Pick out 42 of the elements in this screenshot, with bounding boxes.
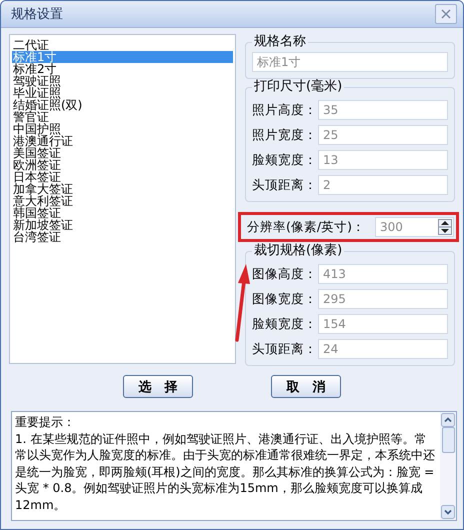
field-label: 照片宽度： (252, 126, 318, 144)
field-value: 300 (380, 219, 403, 236)
list-item[interactable]: 日本签证 (12, 171, 233, 183)
group-label: 裁切规格(像素) (252, 243, 344, 259)
scroll-thumb[interactable] (442, 427, 454, 453)
field-label: 图像宽度： (252, 290, 318, 308)
list-item[interactable]: 欧洲签证 (12, 159, 233, 171)
group-label: 打印尺寸(毫米) (252, 79, 344, 95)
list-item[interactable]: 意大利签证 (12, 195, 233, 207)
field-label: 脸颊宽度： (252, 316, 318, 332)
group-label: 规格名称 (252, 34, 308, 50)
close-icon (441, 9, 451, 19)
list-item[interactable]: 驾驶证照 (12, 75, 233, 87)
field-label: 照片高度： (252, 102, 318, 118)
scroll-down-icon (441, 505, 455, 519)
dialog-button[interactable]: 取 消 (271, 375, 341, 398)
list-item[interactable]: 港澳通行证 (12, 135, 233, 147)
close-button[interactable] (435, 4, 457, 24)
list-item[interactable]: 标准2寸 (12, 63, 233, 75)
field-label: 脸颊宽度： (252, 152, 318, 168)
list-item[interactable]: 新加坡签证 (12, 219, 233, 231)
list-item[interactable]: 毕业证照 (12, 87, 233, 99)
field-label: 头顶距离： (252, 340, 318, 358)
list-item[interactable]: 韩国签证 (12, 207, 233, 219)
window-title: 规格设置 (11, 6, 63, 23)
list-item[interactable]: 警官证 (12, 111, 233, 123)
list-item[interactable]: 二代证 (12, 39, 233, 51)
notes-text: 1. 在某些规范的证件照中，例如驾驶证照片、港澳通行证、出入境护照等。常常以头宽作为人脸宽度的标准。由于头宽的标准通常很难统一界定，本系统中还是统一为脸宽，即两脸颊(耳根)之间的宽度。那么其标准的换算公式为：脸宽 = 头宽 * 0.8。例如驾驶证照片的头宽标准为15mm，那么脸颊宽度可以换算成12mm。 (15, 430, 436, 513)
field-label: 头顶距离： (252, 176, 318, 194)
list-item[interactable]: 结婚证照(双) (12, 99, 233, 111)
list-item[interactable]: 加拿大签证 (12, 183, 233, 195)
list-item[interactable]: 中国护照 (12, 123, 233, 135)
field-label: 图像高度： (252, 266, 318, 282)
list-item[interactable]: 美国签证 (12, 147, 233, 159)
list-item[interactable]: 台湾签证 (12, 231, 233, 243)
field-label: 分辨率(像素/英寸)： (247, 218, 366, 236)
notes-heading: 重要提示： (15, 414, 76, 430)
dialog-button[interactable]: 选 择 (123, 375, 193, 398)
input-field[interactable]: 标准1寸 (252, 52, 448, 72)
spinner-arrows-icon (438, 219, 452, 235)
scroll-up-icon (441, 413, 455, 427)
scrollbar[interactable] (440, 412, 456, 520)
